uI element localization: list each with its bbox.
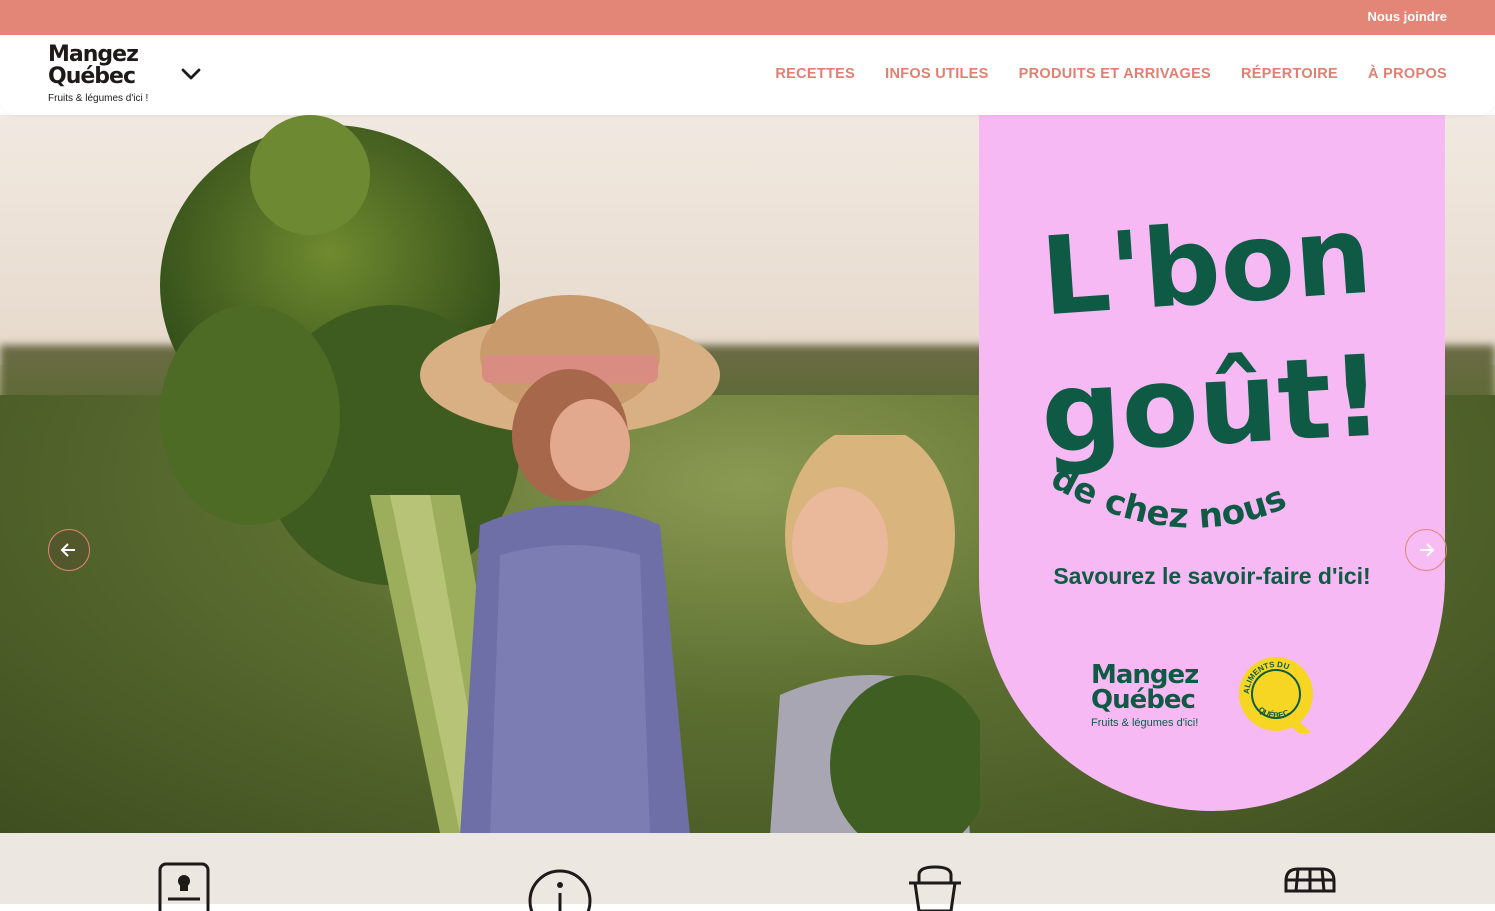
nav-item-recettes[interactable]: RECETTES — [775, 66, 855, 82]
promo-panel[interactable]: L'bon goût! de chez nous Savourez le sav… — [979, 115, 1445, 811]
nav-item-produits-arrivages[interactable]: PRODUITS ET ARRIVAGES — [1019, 66, 1211, 82]
category-strip — [0, 833, 1495, 911]
site-header: Mangez Québec Fruits & légumes d'ici ! R… — [0, 35, 1495, 115]
top-bar: Nous joindre — [0, 0, 1495, 35]
blonde-girl-image — [770, 435, 980, 833]
nav-item-infos-utiles[interactable]: INFOS UTILES — [885, 66, 989, 82]
logo-line1: Mangez — [48, 42, 139, 67]
carousel-next-button[interactable] — [1405, 529, 1447, 571]
arrow-left-icon — [60, 543, 75, 557]
promo-brand-line2: Québec — [1091, 685, 1196, 715]
promo-headline-line1: L'bon — [1037, 193, 1375, 341]
nav-item-a-propos[interactable]: À PROPOS — [1368, 66, 1447, 82]
main-nav: RECETTES INFOS UTILES PRODUITS ET ARRIVA… — [775, 66, 1447, 82]
hero-carousel: L'bon goût! de chez nous Savourez le sav… — [0, 115, 1495, 833]
promo-headline-graphic: L'bon goût! de chez nous — [1037, 193, 1386, 537]
logo-tagline: Fruits & légumes d'ici ! — [48, 93, 149, 104]
contact-link[interactable]: Nous joindre — [1368, 9, 1447, 24]
promo-slogan: Savourez le savoir-faire d'ici! — [1053, 563, 1371, 589]
arrow-right-icon — [1420, 543, 1435, 557]
promo-brand-logo: Mangez Québec Fruits & légumes d'ici! — [1091, 662, 1199, 729]
logo-line2: Québec — [48, 64, 136, 89]
aliments-du-quebec-seal: ALIMENTS DU QUÉBEC — [1239, 657, 1313, 733]
site-logo[interactable]: Mangez Québec Fruits & légumes d'ici ! — [48, 44, 158, 106]
girl-with-hat-image — [420, 295, 720, 833]
chevron-down-icon[interactable] — [178, 61, 204, 87]
promo-brand-tagline: Fruits & légumes d'ici! — [1091, 717, 1199, 729]
nav-item-repertoire[interactable]: RÉPERTOIRE — [1241, 66, 1338, 82]
svg-text:L'bon: L'bon — [1037, 193, 1375, 341]
promo-headline-line2: goût! — [1038, 331, 1386, 479]
carousel-prev-button[interactable] — [48, 529, 90, 571]
svg-text:goût!: goût! — [1038, 331, 1386, 479]
